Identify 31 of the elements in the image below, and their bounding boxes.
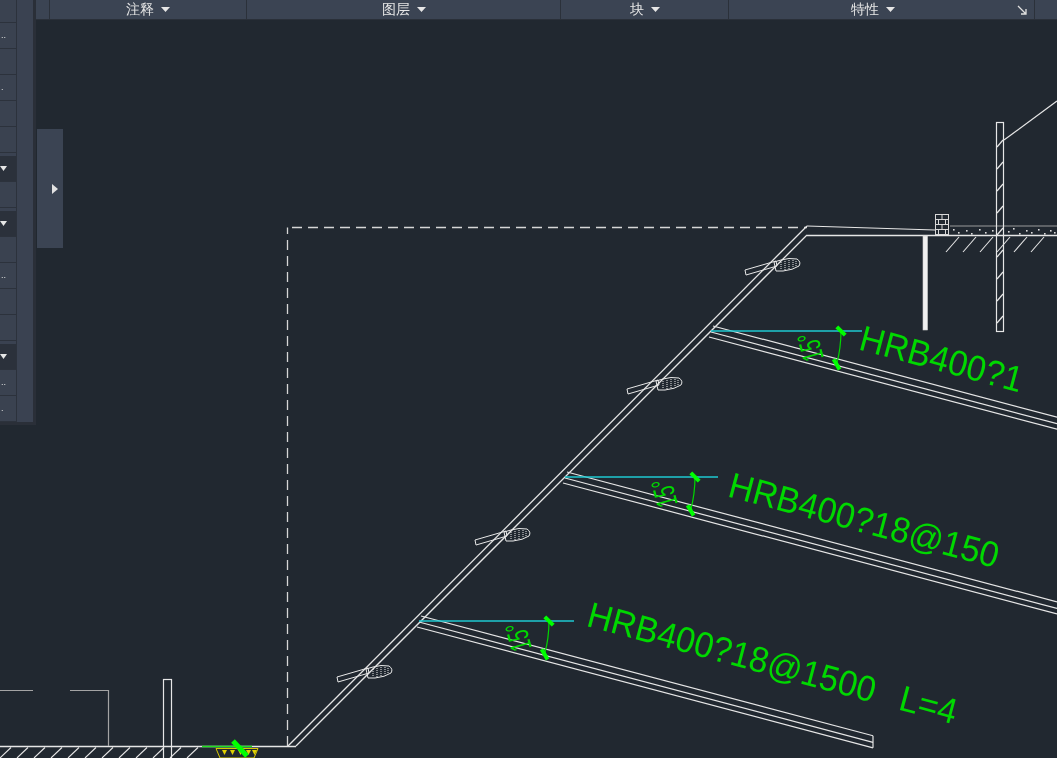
caret-icon (886, 7, 895, 12)
angle-dimension (539, 615, 555, 661)
angle-dimension (685, 471, 701, 517)
diagonal-arrow-icon[interactable] (1017, 4, 1027, 15)
palette-dropdown-button[interactable] (0, 156, 16, 182)
panel-title-button[interactable]: 特性 (729, 0, 1017, 19)
angle-label: 15° (498, 619, 538, 656)
length-label: L=4 (895, 677, 962, 732)
caret-icon (0, 354, 7, 359)
angle-label: 15° (644, 475, 684, 512)
angle-label: 15° (790, 329, 830, 366)
drain-icon (201, 739, 259, 758)
anchor-head-icon (744, 257, 801, 276)
anchor-head-icon (474, 527, 531, 546)
diagonal-line (1003, 100, 1057, 141)
caret-icon (416, 7, 426, 12)
palette-dropdown-button[interactable] (0, 211, 16, 237)
brick-icon (935, 214, 949, 235)
panel-title-button[interactable]: 图层 (247, 0, 560, 19)
panel-title-button[interactable]: 注释 (50, 0, 246, 19)
panel-title-button[interactable]: 块 (561, 0, 728, 19)
palette-dropdown-button[interactable] (0, 344, 16, 370)
caret-icon (650, 7, 660, 12)
caret-icon (161, 7, 170, 12)
caret-icon (0, 221, 7, 226)
anchor-head-icon (626, 376, 683, 395)
caret-icon (0, 166, 7, 171)
angle-dimension (831, 325, 847, 371)
caret-right-icon (52, 183, 58, 194)
anchor-head-icon (336, 664, 393, 683)
panel-expand-button[interactable] (37, 129, 63, 248)
